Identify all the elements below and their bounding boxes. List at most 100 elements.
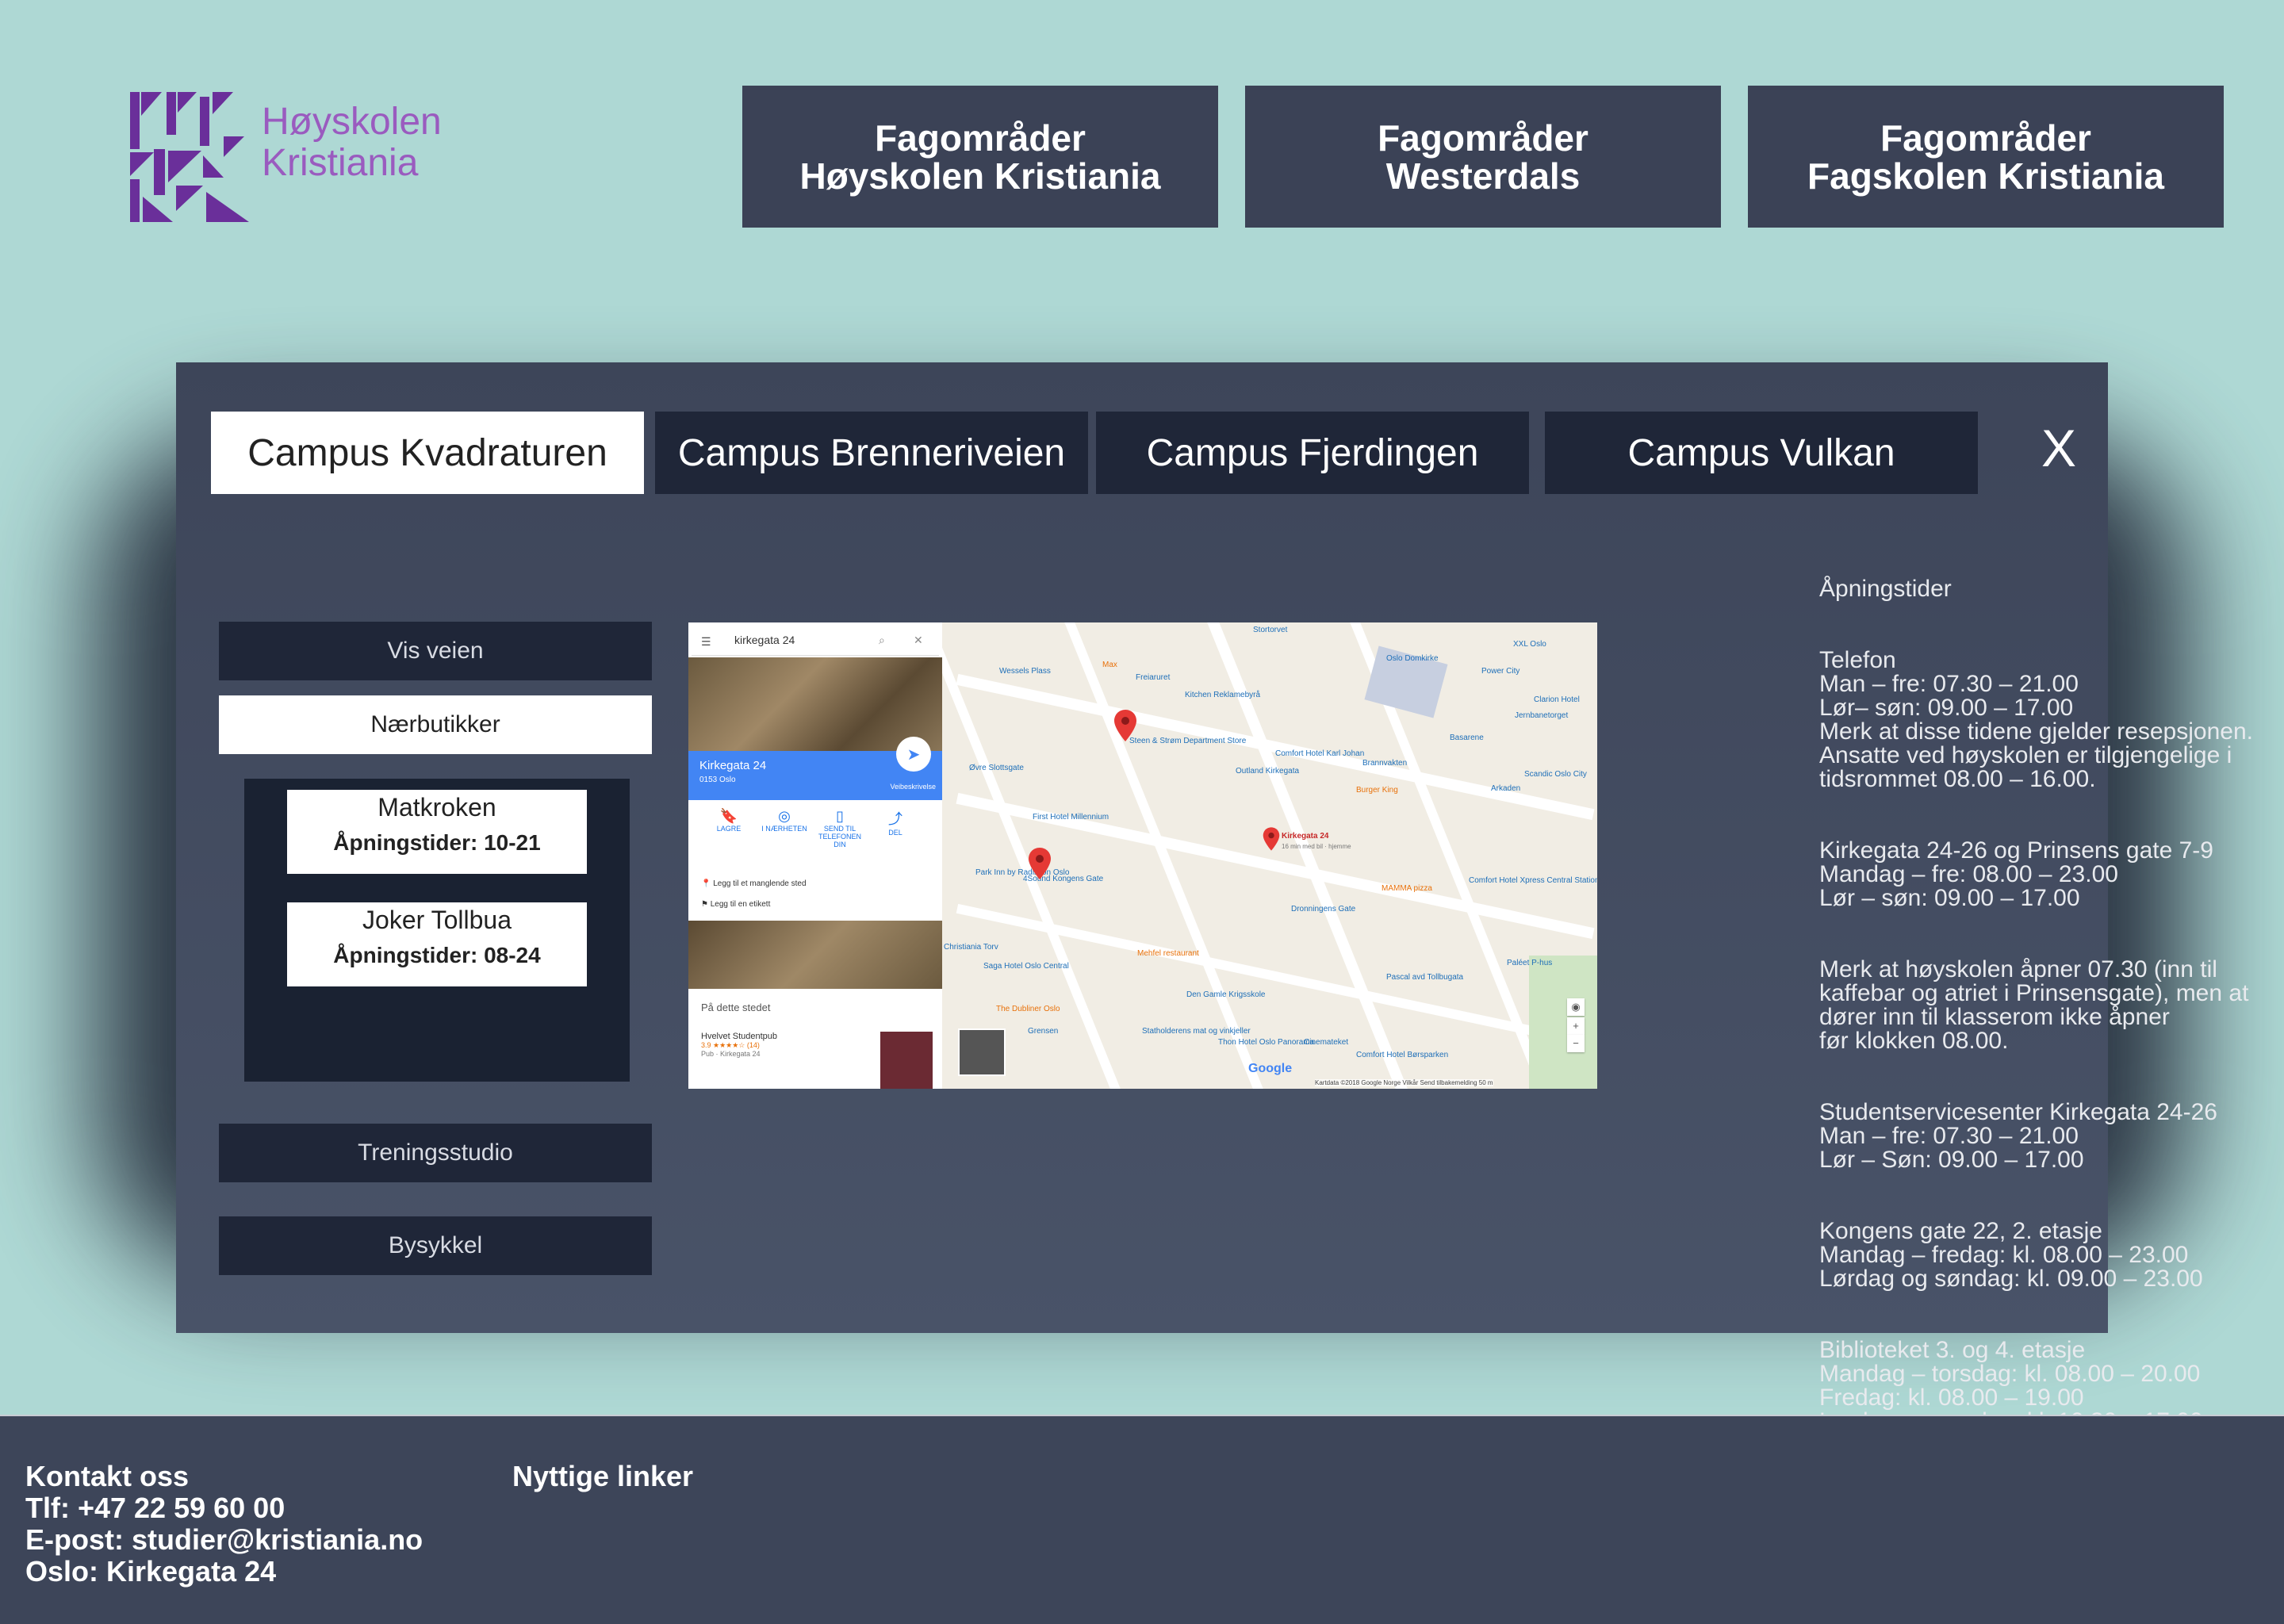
map-label: Jernbanetorget — [1515, 711, 1569, 720]
close-button[interactable]: X — [2041, 418, 2076, 478]
directions-label[interactable]: Veibeskrivelse — [890, 783, 936, 791]
close-icon[interactable]: ✕ — [914, 634, 923, 647]
map-label: Christiania Torv — [944, 943, 998, 952]
share-icon: ⤴ — [888, 811, 902, 827]
search-icon[interactable]: ⌕ — [879, 634, 885, 647]
contact-address: Oslo: Kirkegata 24 — [25, 1555, 277, 1588]
action-label: SEND TIL TELEFONEN DIN — [818, 825, 861, 848]
nav-line-1: Fagområder — [1378, 117, 1588, 159]
satellite-toggle[interactable] — [958, 1028, 1006, 1076]
map-label: Clarion Hotel — [1534, 695, 1580, 704]
hours-block: Merk at høyskolen åpner 07.30 (inn til k… — [1819, 956, 2249, 1054]
menu-icon[interactable]: ☰ — [701, 635, 711, 649]
map-attribution: Kartdata ©2018 Google Norge Vilkår Send … — [1315, 1079, 1493, 1086]
action-label: DEL — [888, 829, 902, 837]
tab-campus-kvadraturen[interactable]: Campus Kvadraturen — [211, 412, 644, 494]
shop-name: Matkroken — [377, 793, 496, 822]
pub-listing[interactable]: Hvelvet Studentpub 3.9 ★★★★☆ (14) Pub · … — [701, 1032, 777, 1058]
zoom-in-icon[interactable]: + — [1567, 1017, 1585, 1035]
map-pin-icon[interactable] — [1263, 827, 1280, 851]
add-place-label: Legg til et manglende sted — [713, 879, 807, 888]
map-label: Freiaruret — [1136, 673, 1171, 682]
map-label: Comfort Hotel Børsparken — [1356, 1051, 1449, 1059]
save-button[interactable]: 🔖 LAGRE — [701, 808, 757, 833]
pub-name: Hvelvet Studentpub — [701, 1032, 778, 1041]
map-label: Den Gamle Krigsskole — [1186, 990, 1266, 999]
map-label: MAMMA pizza — [1382, 884, 1432, 893]
street-view-photo[interactable] — [688, 921, 942, 989]
map-label: First Hotel Millennium — [1033, 813, 1109, 822]
zoom-out-icon[interactable]: − — [1567, 1035, 1585, 1052]
map-label: Statholderens mat og vinkjeller — [1142, 1027, 1251, 1036]
google-logo: Google — [1248, 1062, 1293, 1075]
tab-campus-brenneriveien[interactable]: Campus Brenneriveien — [655, 412, 1088, 494]
nav-fagomrader-fagskolen[interactable]: Fagområder Fagskolen Kristiania — [1748, 86, 2224, 228]
on-place-heading: På dette stedet — [701, 1002, 771, 1013]
naerbutikker-button[interactable]: Nærbutikker — [219, 695, 652, 754]
map-label: Outland Kirkegata — [1236, 767, 1300, 776]
shop-card[interactable]: Matkroken Åpningstider: 10-21 — [287, 790, 587, 874]
map-label: Burger King — [1356, 786, 1398, 795]
map-label: Kitchen Reklamebyrå — [1185, 691, 1261, 699]
map-label: Saga Hotel Oslo Central — [983, 962, 1069, 971]
shop-card[interactable]: Joker Tollbua Åpningstider: 08-24 — [287, 902, 587, 986]
pub-rating: 3.9 ★★★★☆ (14) — [701, 1041, 760, 1049]
map-label: Basarene — [1450, 733, 1484, 742]
hours-block: Telefon Man – fre: 07.30 – 21.00 Lør– sø… — [1819, 647, 2253, 792]
nav-fagomrader-hoyskolen[interactable]: Fagområder Høyskolen Kristiania — [742, 86, 1218, 228]
place-photo[interactable] — [688, 657, 942, 751]
map-label: The Dubliner Oslo — [996, 1005, 1060, 1013]
useful-links: Nyttige linker — [512, 1461, 693, 1492]
tab-campus-fjerdingen[interactable]: Campus Fjerdingen — [1096, 412, 1529, 494]
logo-line-1: Høyskolen — [262, 101, 442, 143]
hours-block: Kirkegata 24-26 og Prinsens gate 7-9 Man… — [1819, 837, 2213, 911]
map-pin-label: Kirkegata 24 — [1282, 832, 1329, 841]
add-label-label: Legg til en etikett — [710, 900, 771, 909]
shop-name: Joker Tollbua — [362, 906, 512, 934]
map-label: Oslo Domkirke — [1386, 654, 1439, 663]
map-label: Dronningens Gate — [1291, 905, 1356, 914]
map-side-panel: kirkegata 24 ☰ ⌕ ✕ Kirkegata 24 0153 Osl… — [688, 622, 942, 1089]
map-pin-icon[interactable] — [1113, 710, 1137, 741]
add-label-link[interactable]: ⚑ Legg til en etikett — [701, 900, 770, 909]
add-place-link[interactable]: 📍 Legg til et manglende sted — [701, 879, 807, 888]
map-search-input[interactable]: kirkegata 24 — [692, 626, 939, 656]
opening-hours-heading: Åpningstider — [1819, 576, 1952, 602]
nearby-button[interactable]: ◎ I NÆRHETEN — [757, 808, 812, 833]
useful-links-title[interactable]: Nyttige linker — [512, 1461, 693, 1492]
send-to-phone-button[interactable]: ▯ SEND TIL TELEFONEN DIN — [812, 808, 868, 848]
logo[interactable]: Høyskolen Kristiania — [130, 92, 463, 227]
nav-fagomrader-westerdals[interactable]: Fagområder Westerdals — [1245, 86, 1721, 228]
nav-line-1: Fagområder — [1880, 117, 2091, 159]
tab-campus-vulkan[interactable]: Campus Vulkan — [1545, 412, 1978, 494]
map-label: Paléet P-hus — [1507, 959, 1553, 967]
contact-phone[interactable]: Tlf: +47 22 59 60 00 — [25, 1492, 423, 1524]
pub-photo[interactable] — [880, 1032, 933, 1089]
shops-panel: Matkroken Åpningstider: 10-21 Joker Toll… — [244, 779, 630, 1082]
logo-line-2: Kristiania — [262, 142, 419, 184]
map-pin-sublabel: 16 min med bil · hjemme — [1282, 843, 1351, 850]
action-label: LAGRE — [716, 825, 742, 833]
contact-email[interactable]: E-post: studier@kristiania.no — [25, 1524, 423, 1556]
map-label: Power City — [1481, 667, 1520, 676]
bysykkel-button[interactable]: Bysykkel — [219, 1216, 652, 1275]
opening-hours: Åpningstider Telefon Man – fre: 07.30 – … — [1819, 553, 2279, 1457]
map-label: Mehfel restaurant — [1137, 949, 1199, 958]
phone-icon: ▯ — [836, 808, 844, 824]
vis-veien-button[interactable]: Vis veien — [219, 622, 652, 680]
contact-title: Kontakt oss — [25, 1460, 190, 1492]
locate-icon[interactable]: ◉ — [1567, 998, 1585, 1016]
action-label: I NÆRHETEN — [761, 825, 807, 833]
nav-line-1: Fagområder — [875, 117, 1086, 159]
map-embed[interactable]: Stortorvet Kitchen Reklamebyrå Oslo Domk… — [688, 622, 1597, 1089]
map-label: Pascal avd Tollbugata — [1386, 973, 1464, 982]
nav-line-2: Fagskolen Kristiania — [1807, 155, 2164, 197]
shop-hours: Åpningstider: 08-24 — [333, 943, 541, 967]
map-label: Arkaden — [1491, 784, 1521, 793]
map-pin-icon[interactable] — [1028, 848, 1052, 879]
directions-icon[interactable]: ➤ — [896, 737, 931, 772]
map-label: Stortorvet — [1253, 626, 1288, 634]
share-button[interactable]: ⤴ DEL — [868, 808, 923, 837]
treningsstudio-button[interactable]: Treningsstudio — [219, 1124, 652, 1182]
place-header: Kirkegata 24 0153 Oslo ➤ Veibeskrivelse — [688, 737, 942, 800]
